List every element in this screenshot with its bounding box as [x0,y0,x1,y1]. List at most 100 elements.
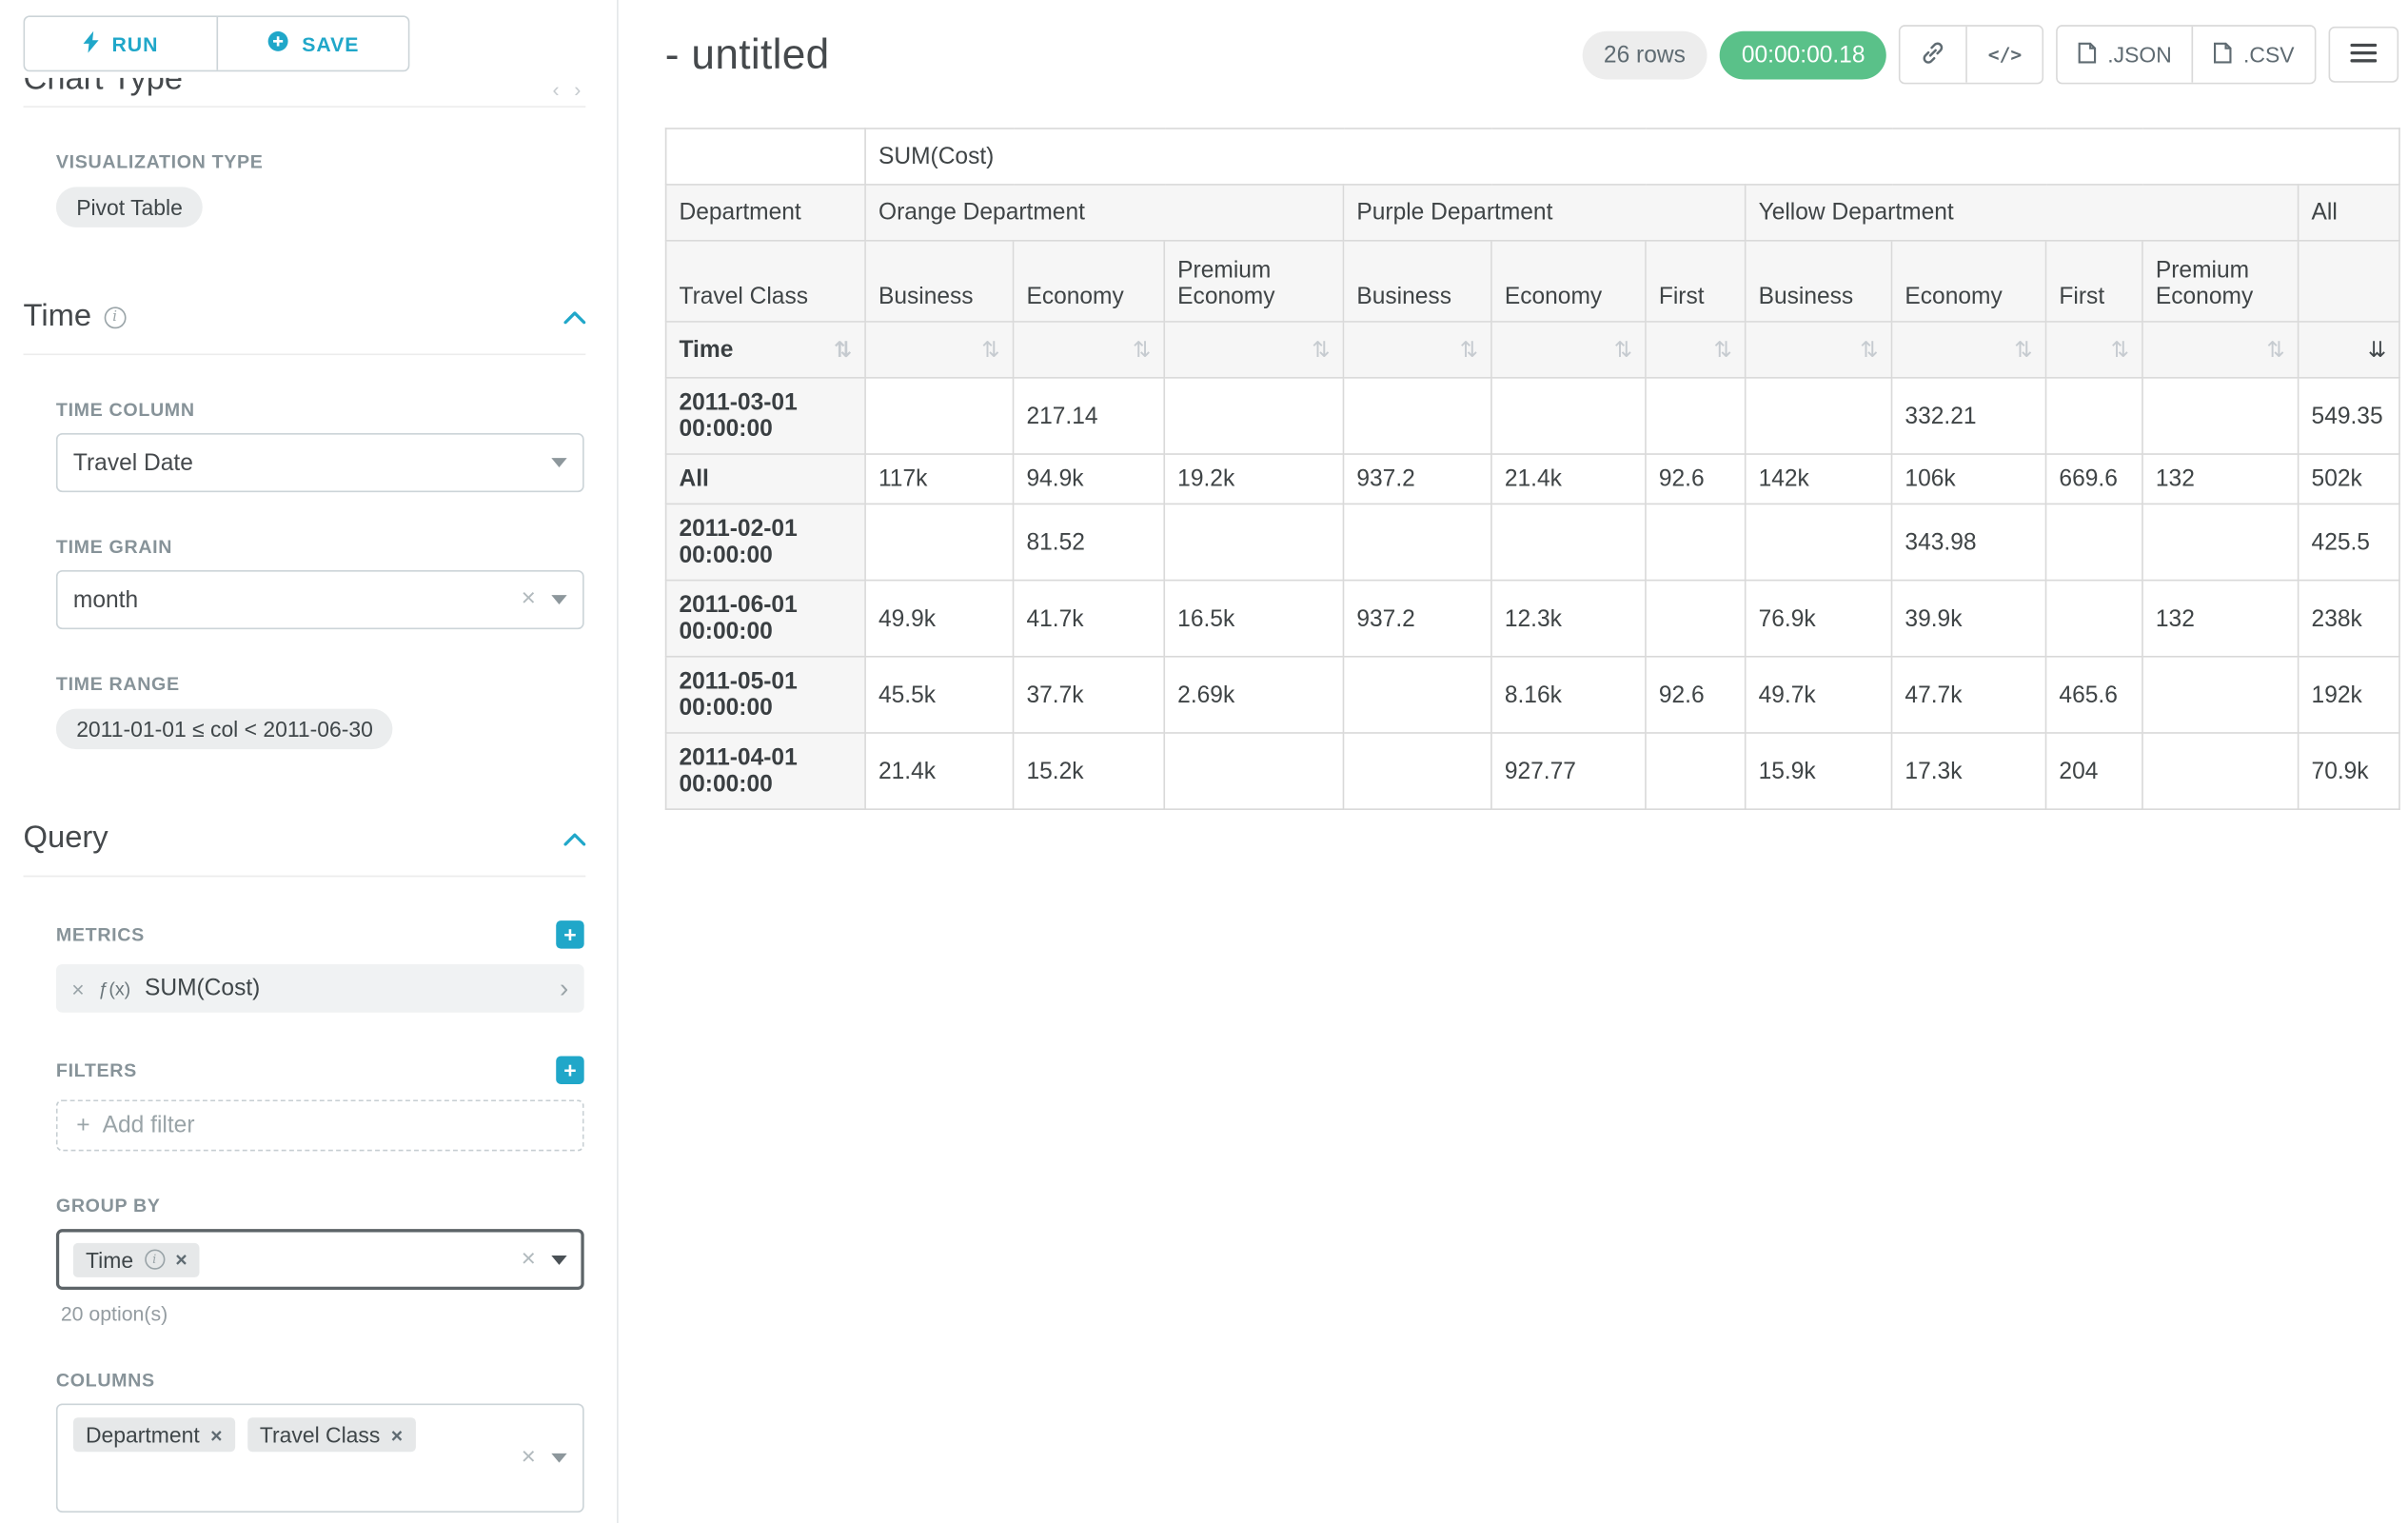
chevron-right-icon: › [560,975,568,1001]
save-button[interactable]: SAVE [216,17,408,70]
remove-tag-icon[interactable]: × [391,1423,403,1447]
pivot-value-cell: 15.9k [1746,733,1892,809]
chevron-up-icon[interactable] [563,833,585,845]
sort-icon[interactable]: ⇅ [2267,338,2285,363]
group-by-options-hint: 20 option(s) [61,1302,585,1326]
pivot-value-cell: 217.14 [1014,378,1165,454]
query-section-header[interactable]: Query [24,821,586,877]
export-json-label: .JSON [2107,42,2171,67]
remove-tag-icon[interactable]: × [175,1248,187,1272]
sort-icon[interactable]: ⇅ [2111,338,2129,363]
pivot-value-cell: 19.2k [1164,454,1343,504]
time-section-header[interactable]: Time i [24,299,586,355]
link-icon [1921,40,1945,69]
pivot-value-cell: 142k [1746,454,1892,504]
pivot-value-cell [2142,657,2299,733]
column-group-header: Yellow Department [1746,185,2299,241]
pivot-value-cell [1343,657,1490,733]
pivot-value-cell: 45.5k [865,657,1013,733]
chart-panel: - untitled 26 rows 00:00:00.18 </> .JSON [619,0,2408,1523]
pivot-row: 2011-06-01 00:00:0049.9k41.7k16.5k937.21… [666,581,2400,657]
export-json-button[interactable]: .JSON [2058,27,2192,83]
pivot-value-cell [865,504,1013,580]
remove-tag-icon[interactable]: × [210,1423,222,1447]
clear-icon[interactable]: × [522,1247,536,1272]
save-plus-circle-icon [266,30,290,57]
sort-icon[interactable]: ⇅ [2014,338,2032,363]
group-by-label: GROUP BY [56,1195,585,1216]
time-range-value[interactable]: 2011-01-01 ≤ col < 2011-06-30 [56,709,393,750]
pivot-value-cell: 92.6 [1646,454,1746,504]
row-level-label: Time ⇅ [666,322,865,378]
chart-title[interactable]: - untitled [665,30,830,79]
query-section-title: Query [24,821,109,857]
fx-badge: ƒ(x) [98,978,130,999]
sort-desc-active-icon[interactable]: ⇊ [2368,338,2386,363]
file-icon [2214,41,2233,68]
export-csv-button[interactable]: .CSV [2192,27,2315,83]
sort-icon[interactable]: ⇅ [834,339,852,361]
row-level-label-text: Time [680,336,734,363]
pivot-value-cell: 16.5k [1164,581,1343,657]
sort-icon[interactable]: ⇅ [981,338,999,363]
tag-label: Time [86,1247,133,1272]
pivot-value-cell [2046,504,2142,580]
row-header: 2011-06-01 00:00:00 [666,581,865,657]
sort-icon[interactable]: ⇅ [1312,338,1330,363]
selected-option-tag: Timei × [73,1242,200,1276]
pivot-row: 2011-02-01 00:00:0081.52343.98425.5 [666,504,2400,580]
tag-label: Travel Class [260,1422,380,1447]
run-button[interactable]: RUN [25,17,215,70]
remove-metric-icon[interactable]: × [71,976,84,1000]
add-filter-plus-button[interactable]: + [556,1057,583,1084]
pivot-value-cell: 2.69k [1164,657,1343,733]
sort-icon[interactable]: ⇅ [1133,338,1151,363]
pivot-value-cell: 94.9k [1014,454,1165,504]
hamburger-menu-icon [2350,41,2377,68]
add-metric-button[interactable]: + [556,920,583,948]
info-icon: i [145,1249,165,1269]
time-grain-select[interactable]: month × [56,570,584,629]
pivot-value-cell: 81.52 [1014,504,1165,580]
time-column-select[interactable]: Travel Date [56,433,584,492]
pivot-value-cell: 425.5 [2299,504,2399,580]
sort-icon[interactable]: ⇅ [1714,338,1732,363]
pivot-value-cell: 76.9k [1746,581,1892,657]
selected-option-tag: Department× [73,1417,235,1452]
metric-name: SUM(Cost) [145,975,260,1001]
column-group-header: Purple Department [1343,185,1745,241]
visualization-type-value[interactable]: Pivot Table [56,187,203,227]
group-by-select[interactable]: Timei × × [56,1229,584,1290]
filters-label: FILTERS [56,1059,137,1081]
row-header: 2011-03-01 00:00:00 [666,378,865,454]
menu-button[interactable] [2329,27,2399,83]
add-filter-button[interactable]: + Add filter [56,1099,584,1151]
export-csv-label: .CSV [2243,42,2294,67]
sort-header-cell: ⇊ [2299,322,2399,378]
embed-code-button[interactable]: </> [1966,27,2043,83]
pivot-value-cell [1491,378,1646,454]
pivot-value-cell: 549.35 [2299,378,2399,454]
column-header: Premium Economy [1164,241,1343,322]
sort-icon[interactable]: ⇅ [1460,338,1478,363]
chevron-up-icon[interactable] [563,310,585,323]
metric-item[interactable]: × ƒ(x) SUM(Cost) › [56,964,584,1013]
column-header: Premium Economy [2142,241,2299,322]
superset-explore-view: RUN SAVE Chart Type ‹ › VISUALIZATION TY… [0,0,2408,1523]
pivot-value-cell: 49.7k [1746,657,1892,733]
export-button-group: .JSON .CSV [2056,25,2316,84]
chart-type-heading: Chart Type [24,78,586,102]
code-icon: </> [1988,44,2022,66]
control-panel: RUN SAVE Chart Type ‹ › VISUALIZATION TY… [0,0,619,1523]
clear-icon[interactable]: × [522,1446,536,1471]
column-header: First [1646,241,1746,322]
copy-link-button[interactable] [1901,27,1966,83]
pivot-value-cell [1164,378,1343,454]
sort-icon[interactable]: ⇅ [1860,338,1878,363]
pivot-value-cell [2142,378,2299,454]
sort-icon[interactable]: ⇅ [1614,338,1632,363]
columns-select[interactable]: Department× Travel Class × × [56,1403,584,1513]
clear-icon[interactable]: × [522,587,536,612]
columns-label: COLUMNS [56,1369,585,1391]
metrics-label: METRICS [56,923,145,945]
